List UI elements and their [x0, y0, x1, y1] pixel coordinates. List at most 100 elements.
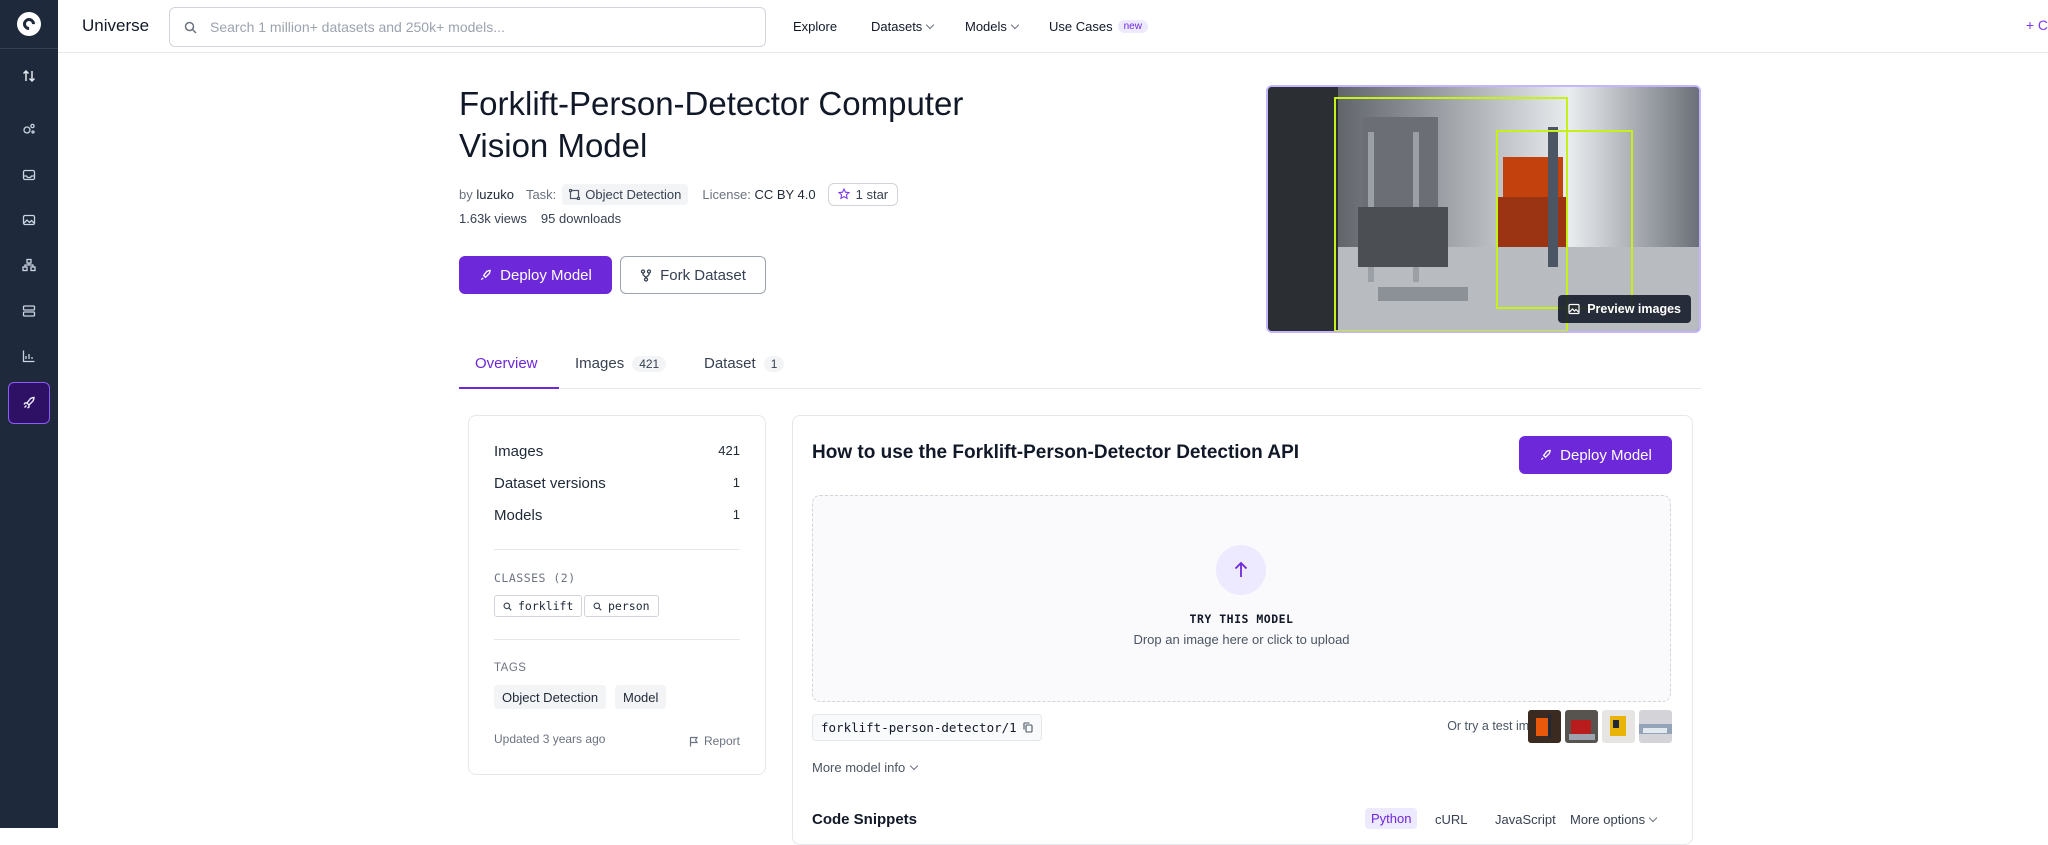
nav-explore-label: Explore: [793, 19, 838, 34]
chevron-down-icon: [909, 761, 919, 770]
nav-use-cases-label: Use Cases: [1049, 19, 1113, 34]
tab-images[interactable]: Images 421: [575, 355, 667, 372]
stat-images[interactable]: Images 421: [494, 443, 740, 460]
lang-tab-python[interactable]: Python: [1365, 808, 1418, 829]
left-rail: [0, 0, 58, 828]
class-chip-person[interactable]: person: [584, 595, 659, 617]
tags-heading: TAGS: [494, 662, 527, 674]
stat-dataset-versions[interactable]: Dataset versions 1: [494, 475, 740, 492]
star-button[interactable]: 1 star: [827, 182, 899, 206]
test-image-thumbnail[interactable]: [1602, 710, 1635, 743]
flag-icon: [689, 736, 699, 746]
usage-stats: 1.63k views 95 downloads: [459, 211, 621, 226]
stat-versions-label: Dataset versions: [494, 475, 606, 492]
preview-images-button[interactable]: Preview images: [1558, 295, 1691, 323]
task-label: Task:: [525, 186, 557, 202]
tab-images-label: Images: [575, 355, 625, 372]
report-label: Report: [703, 734, 740, 748]
analytics-icon[interactable]: [17, 344, 41, 368]
active-tab-indicator: [459, 387, 559, 389]
chevron-down-icon: [1010, 20, 1020, 29]
fork-dataset-button[interactable]: Fork Dataset: [620, 256, 766, 294]
tab-overview[interactable]: Overview: [475, 355, 538, 372]
stat-images-label: Images: [494, 443, 544, 460]
image-icon[interactable]: [17, 208, 41, 232]
rocket-icon: [1541, 449, 1551, 460]
search-box[interactable]: [169, 7, 766, 47]
downloads-count: 95 downloads: [540, 211, 622, 226]
database-icon[interactable]: [17, 299, 41, 323]
copy-icon[interactable]: [1023, 722, 1033, 733]
class-name: person: [608, 599, 650, 613]
fork-dataset-label: Fork Dataset: [660, 266, 746, 284]
deploy-rocket-icon[interactable]: [8, 382, 50, 424]
tag-model[interactable]: Model: [615, 685, 667, 709]
deploy-model-label: Deploy Model: [1560, 446, 1652, 464]
class-chip-forklift[interactable]: forklift: [494, 595, 583, 617]
test-image-thumbnail[interactable]: [1639, 710, 1672, 743]
nav-datasets-label: Datasets: [871, 19, 923, 34]
more-model-info-label: More model info: [812, 760, 906, 775]
sparkle-icon[interactable]: [17, 117, 41, 141]
nav-models[interactable]: Models: [965, 19, 1020, 34]
stat-models-value: 1: [732, 507, 740, 522]
tab-overview-label: Overview: [475, 355, 538, 372]
brand-name[interactable]: Universe: [82, 16, 149, 36]
deploy-model-button-secondary[interactable]: Deploy Model: [1519, 436, 1672, 474]
preview-image[interactable]: Preview images: [1266, 85, 1701, 333]
license-value: CC BY 4.0: [754, 186, 816, 202]
image-dropzone[interactable]: TRY THIS MODEL Drop an image here or cli…: [812, 495, 1671, 702]
class-name: forklift: [518, 599, 574, 613]
test-image-thumbnail[interactable]: [1528, 710, 1561, 743]
tag-object-detection[interactable]: Object Detection: [494, 685, 607, 709]
bounding-box-icon: [569, 188, 581, 200]
create-link[interactable]: + C: [2026, 17, 2048, 33]
top-header: Universe Explore Datasets Models Use Cas…: [58, 0, 2048, 53]
nav-use-cases[interactable]: Use Cases new: [1049, 19, 1148, 34]
views-count: 1.63k views: [459, 211, 527, 226]
more-options-label: More options: [1570, 812, 1646, 827]
nav-datasets[interactable]: Datasets: [871, 19, 935, 34]
upload-arrow-icon: [1216, 545, 1266, 595]
workflow-icon[interactable]: [17, 253, 41, 277]
model-id-chip[interactable]: forklift-person-detector/1: [812, 714, 1042, 741]
report-link[interactable]: Report: [689, 734, 740, 748]
lang-tab-curl[interactable]: cURL: [1435, 812, 1468, 827]
preview-images-label: Preview images: [1587, 302, 1681, 316]
search-icon: [593, 601, 602, 611]
stat-versions-value: 1: [732, 475, 740, 490]
lang-tab-javascript[interactable]: JavaScript: [1495, 812, 1556, 827]
new-badge: new: [1117, 20, 1148, 33]
author-link[interactable]: luzuko: [476, 187, 514, 202]
chevron-down-icon: [926, 20, 935, 29]
lang-more-options[interactable]: More options: [1570, 812, 1658, 827]
sort-arrows-icon[interactable]: [17, 64, 41, 88]
model-id: forklift-person-detector/1: [821, 720, 1017, 735]
by-label: by: [459, 186, 473, 202]
search-input[interactable]: [210, 16, 750, 38]
more-model-info-toggle[interactable]: More model info: [812, 760, 919, 775]
star-count: 1 star: [855, 186, 889, 202]
tab-dataset[interactable]: Dataset 1: [704, 355, 785, 372]
stat-images-value: 421: [718, 443, 740, 458]
fork-icon: [640, 268, 652, 282]
nav-models-label: Models: [965, 19, 1007, 34]
rail-divider: [0, 48, 58, 49]
stat-models[interactable]: Models 1: [494, 507, 740, 524]
rocket-icon: [481, 269, 491, 280]
search-icon: [184, 21, 197, 34]
try-model-heading: TRY THIS MODEL: [1189, 612, 1294, 626]
tab-dataset-count: 1: [763, 355, 785, 372]
star-icon: [837, 188, 850, 200]
search-icon: [503, 601, 512, 611]
test-image-thumbnail[interactable]: [1565, 710, 1598, 743]
updated-text: Updated 3 years ago: [494, 732, 606, 746]
roboflow-logo-icon[interactable]: [17, 12, 41, 36]
api-usage-card: How to use the Forklift-Person-Detector …: [792, 415, 1693, 845]
dataset-summary-card: Images 421 Dataset versions 1 Models 1 CLAS…: [468, 415, 766, 775]
api-card-title: How to use the Forklift-Person-Detector …: [812, 442, 1300, 463]
nav-explore[interactable]: Explore: [793, 19, 837, 34]
task-chip[interactable]: Object Detection: [562, 183, 689, 205]
deploy-model-button[interactable]: Deploy Model: [459, 256, 612, 294]
inbox-icon[interactable]: [17, 163, 41, 187]
